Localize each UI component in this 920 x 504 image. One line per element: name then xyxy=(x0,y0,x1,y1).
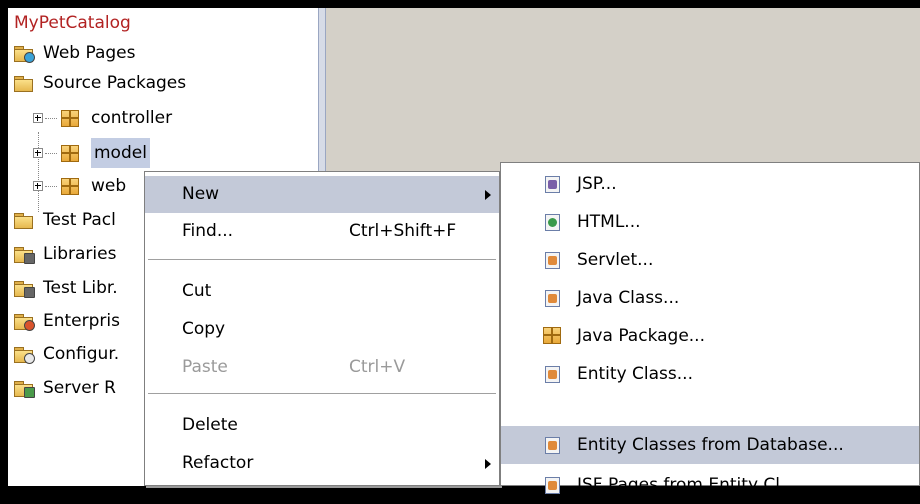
tree-item-label: Configur. xyxy=(43,344,120,364)
web-pages-folder-icon xyxy=(14,45,35,63)
submenu-item-entity-class[interactable]: Entity Class... xyxy=(501,355,919,393)
test-packages-folder-icon xyxy=(14,212,33,229)
java-class-file-icon xyxy=(545,290,560,307)
java-package-icon xyxy=(543,327,561,344)
menu-item-label: Paste xyxy=(182,357,228,377)
libraries-folder-icon xyxy=(14,246,35,264)
menu-item-label: New xyxy=(182,184,220,204)
html-file-icon xyxy=(545,214,560,231)
tree-item-configuration[interactable]: Configur. xyxy=(14,339,119,369)
menu-separator xyxy=(148,393,496,394)
menu-item-refactor[interactable]: Refactor xyxy=(145,445,499,482)
submenu-item-java-package[interactable]: Java Package... xyxy=(501,317,919,355)
submenu-item-label: Entity Class... xyxy=(577,364,693,384)
menu-item-paste[interactable]: Paste Ctrl+V xyxy=(145,349,499,386)
tree-item-label: web xyxy=(91,176,127,196)
menu-item-cut[interactable]: Cut xyxy=(145,273,499,310)
submenu-item-servlet[interactable]: Servlet... xyxy=(501,241,919,279)
submenu-item-label: HTML... xyxy=(577,212,641,232)
submenu-item-label: JSP... xyxy=(577,174,617,194)
tree-item-server-resources[interactable]: Server R xyxy=(14,373,116,403)
jsp-file-icon xyxy=(545,176,560,193)
tree-item-label: Test Pacl xyxy=(43,210,116,230)
tree-connector xyxy=(45,152,57,154)
package-icon xyxy=(61,109,79,127)
submenu-arrow-icon xyxy=(485,190,491,200)
submenu-item-label: Entity Classes from Database... xyxy=(577,435,844,455)
menu-item-label: Refactor xyxy=(182,453,254,473)
context-menu: New Find... Ctrl+Shift+F Cut Copy Paste … xyxy=(144,171,500,486)
source-packages-folder-icon xyxy=(14,75,33,92)
package-icon xyxy=(61,177,79,195)
tree-connector xyxy=(45,185,57,187)
submenu-item-label: Servlet... xyxy=(577,250,654,270)
tree-root-project[interactable]: MyPetCatalog xyxy=(14,8,131,38)
submenu-item-label: Java Class... xyxy=(577,288,680,308)
submenu-item-label: JSF Pages from Entity Cl... xyxy=(577,475,797,495)
tree-item-label: Libraries xyxy=(43,244,117,264)
submenu-item-html[interactable]: HTML... xyxy=(501,203,919,241)
tree-item-test-libraries[interactable]: Test Libr. xyxy=(14,273,118,303)
menu-item-delete[interactable]: Delete xyxy=(145,407,499,444)
tree-item-test-packages[interactable]: Test Pacl xyxy=(14,205,116,235)
tree-item-label: Source Packages xyxy=(43,73,187,93)
server-resources-folder-icon xyxy=(14,380,35,398)
menu-item-new[interactable]: New xyxy=(145,176,499,213)
tree-item-label: controller xyxy=(91,108,173,128)
menu-item-label: Find... xyxy=(182,221,234,241)
tree-item-label: model xyxy=(91,138,150,168)
submenu-item-jsp[interactable]: JSP... xyxy=(501,165,919,203)
new-submenu: JSP... HTML... Servlet... Java Class... … xyxy=(500,162,920,495)
tree-item-web-pages[interactable]: Web Pages xyxy=(14,38,135,68)
tree-item-enterprise[interactable]: Enterpris xyxy=(14,306,120,336)
menu-item-label: Copy xyxy=(182,319,226,339)
expand-toggle-icon[interactable] xyxy=(33,113,43,123)
configuration-folder-icon xyxy=(14,346,35,364)
submenu-item-java-class[interactable]: Java Class... xyxy=(501,279,919,317)
submenu-arrow-icon xyxy=(485,459,491,469)
package-icon xyxy=(61,144,79,162)
tree-item-model[interactable]: model xyxy=(33,138,150,168)
expand-toggle-icon[interactable] xyxy=(33,181,43,191)
menu-item-shortcut: Ctrl+Shift+F xyxy=(349,221,457,241)
servlet-file-icon xyxy=(545,252,560,269)
menu-item-copy[interactable]: Copy xyxy=(145,311,499,348)
tree-item-web[interactable]: web xyxy=(33,171,126,201)
tree-item-libraries[interactable]: Libraries xyxy=(14,239,116,269)
entity-classes-db-file-icon xyxy=(545,437,560,454)
tree-item-source-packages[interactable]: Source Packages xyxy=(14,68,186,98)
test-libraries-folder-icon xyxy=(14,280,35,298)
tree-item-controller[interactable]: controller xyxy=(33,103,172,133)
entity-class-file-icon xyxy=(545,366,560,383)
menu-item-label: Delete xyxy=(182,415,238,435)
tree-item-label: Web Pages xyxy=(43,43,136,63)
menu-separator xyxy=(148,259,496,260)
tree-item-label: Test Libr. xyxy=(43,278,118,298)
submenu-item-entity-classes-from-database[interactable]: Entity Classes from Database... xyxy=(501,426,919,464)
submenu-item-label: Java Package... xyxy=(577,326,705,346)
tree-connector xyxy=(45,117,57,119)
menu-item-shortcut: Ctrl+V xyxy=(349,357,406,377)
enterprise-folder-icon xyxy=(14,313,35,331)
expand-toggle-icon[interactable] xyxy=(33,148,43,158)
project-name: MyPetCatalog xyxy=(14,13,131,33)
tree-item-label: Server R xyxy=(43,378,116,398)
menu-item-label: Cut xyxy=(182,281,212,301)
submenu-item-jsf-pages[interactable]: JSF Pages from Entity Cl... xyxy=(501,466,919,504)
tree-item-label: Enterpris xyxy=(43,311,120,331)
menu-item-find[interactable]: Find... Ctrl+Shift+F xyxy=(145,213,499,250)
